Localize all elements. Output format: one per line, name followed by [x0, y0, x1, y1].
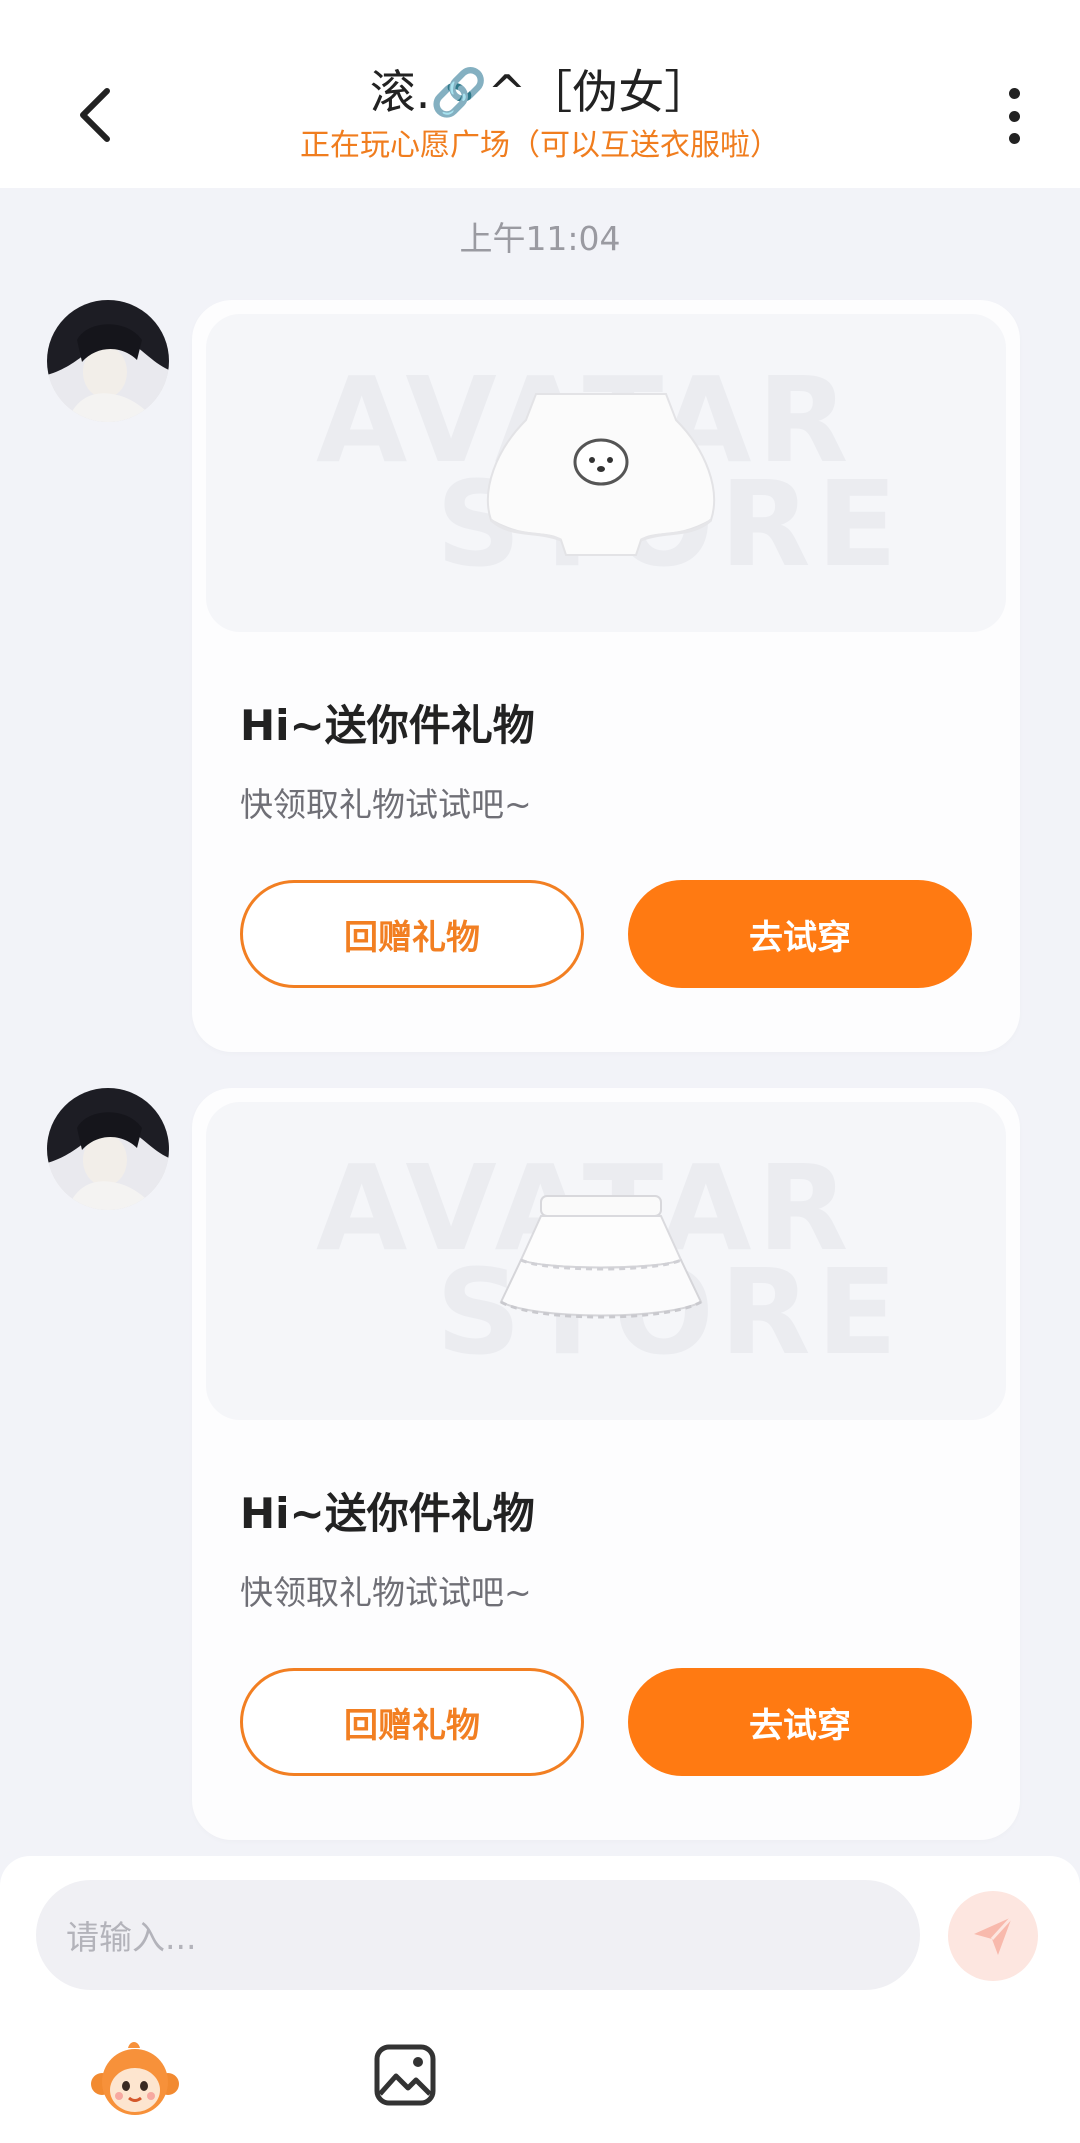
gift-description: 快领取礼物试试吧~: [240, 1573, 532, 1612]
gift-message-card[interactable]: AVATAR STORE Hi~送你件礼物 快领取礼物试试吧~ 回赠礼物 去试穿: [192, 300, 1020, 1052]
sender-avatar[interactable]: [47, 1088, 169, 1210]
more-button[interactable]: [994, 88, 1034, 144]
gift-description: 快领取礼物试试吧~: [240, 785, 532, 824]
chat-header: 滚.🔗^［伪女］ 正在玩心愿广场（可以互送衣服啦）: [0, 0, 1080, 188]
gift-heading: Hi~送你件礼物: [240, 701, 535, 750]
image-icon: [374, 2044, 436, 2106]
try-on-button[interactable]: 去试穿: [628, 880, 972, 988]
message-timestamp: 上午11:04: [459, 219, 621, 258]
send-button[interactable]: [948, 1891, 1038, 1981]
gift-message-card[interactable]: AVATAR STORE Hi~送你件礼物 快领取礼物试试吧~ 回赠礼物 去试穿: [192, 1088, 1020, 1840]
gift-top-illustration: [486, 393, 716, 556]
return-gift-button[interactable]: 回赠礼物: [240, 1668, 584, 1776]
avatar-photo: [47, 1088, 169, 1210]
mascot-emoji-icon: [91, 2042, 179, 2115]
mascot-emoji-button[interactable]: [90, 2040, 180, 2120]
sender-avatar[interactable]: [47, 300, 169, 422]
message-input[interactable]: 请输入...: [36, 1880, 920, 1990]
image-picker-button[interactable]: [372, 2042, 438, 2108]
send-icon: [974, 1915, 1014, 1955]
try-on-button[interactable]: 去试穿: [628, 1668, 972, 1776]
gift-heading: Hi~送你件礼物: [240, 1489, 535, 1538]
return-gift-button[interactable]: 回赠礼物: [240, 880, 584, 988]
more-vertical-icon: [1008, 88, 1020, 99]
partner-status: 正在玩心愿广场（可以互送衣服啦）: [300, 128, 780, 163]
gift-item-image[interactable]: AVATAR STORE: [206, 314, 1006, 632]
chat-partner-name[interactable]: 滚.🔗^［伪女］: [0, 62, 1080, 122]
gift-skirt-illustration: [499, 1195, 703, 1319]
avatar-photo: [47, 300, 169, 422]
gift-item-image[interactable]: AVATAR STORE: [206, 1102, 1006, 1420]
